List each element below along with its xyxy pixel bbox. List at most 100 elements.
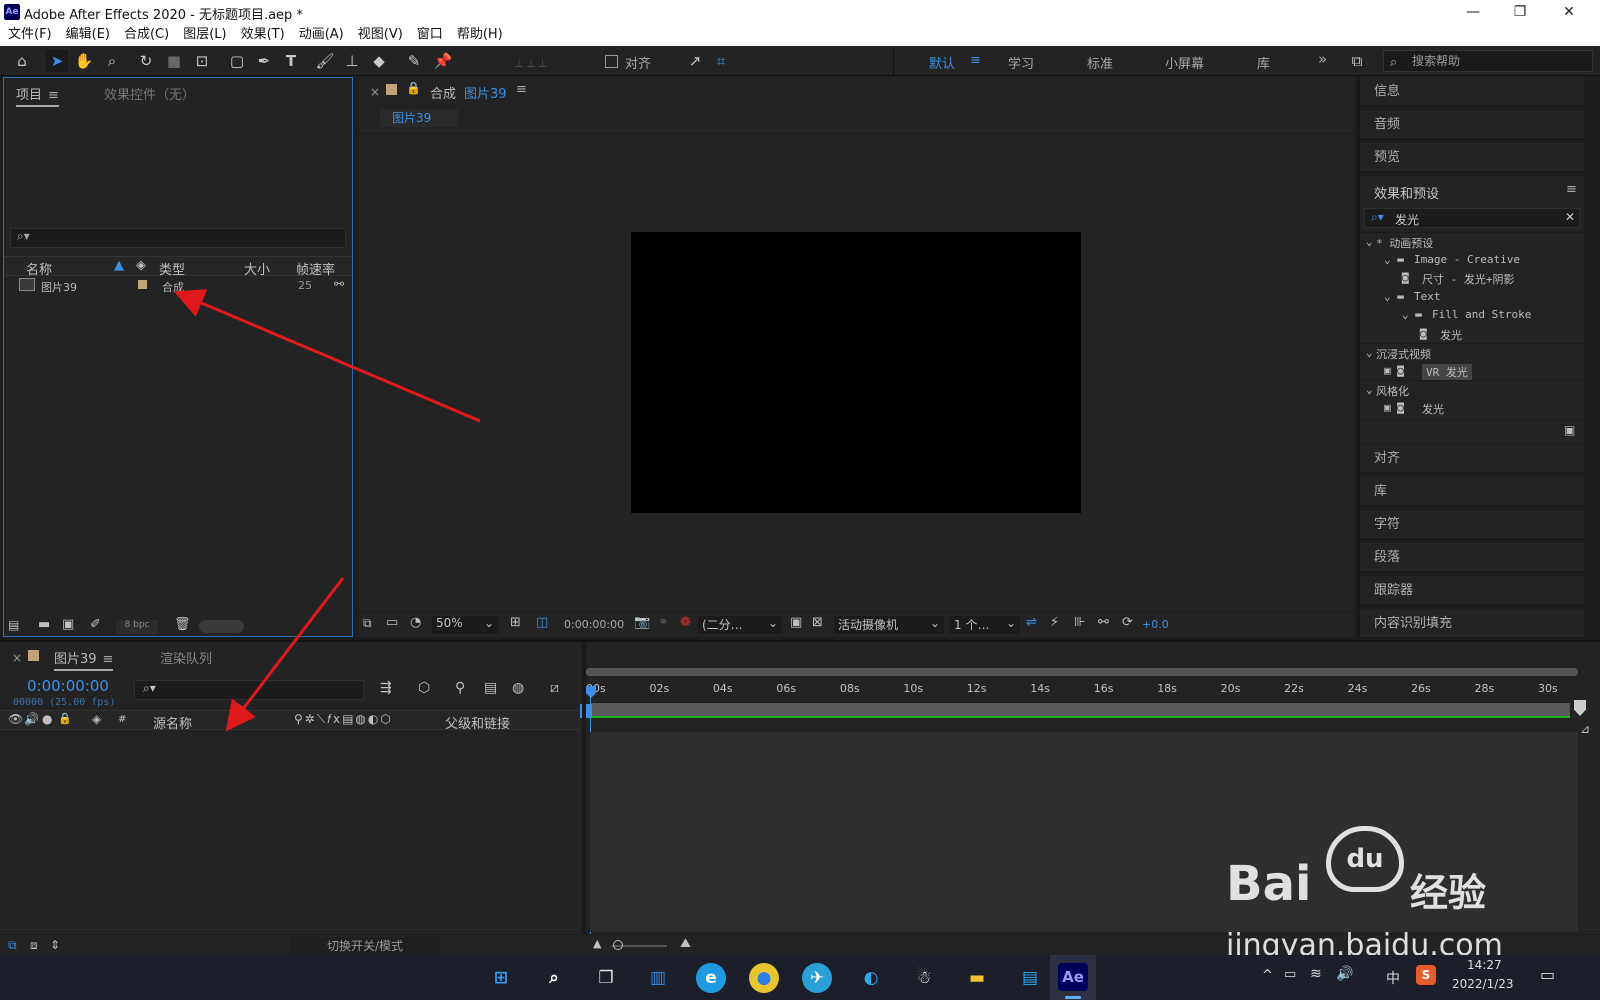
graph-editor-icon[interactable]: ⧄	[550, 680, 559, 696]
effects-search-field[interactable]: ⌕▾ 发光 ✕	[1364, 208, 1580, 228]
preview-panel-tab[interactable]: 预览	[1360, 143, 1584, 173]
home-icon[interactable]: ⌂	[11, 50, 33, 72]
menu-effect[interactable]: 效果(T)	[241, 24, 285, 46]
menu-window[interactable]: 窗口	[417, 24, 443, 46]
puppet-pin-tool-icon[interactable]: 📌	[432, 50, 454, 72]
toggle-switches-modes[interactable]: 切换开关/模式	[290, 937, 440, 955]
interpret-footage-icon[interactable]: ▤	[8, 618, 19, 632]
active-camera-dropdown[interactable]: 活动摄像机 ⌄	[834, 616, 944, 634]
workspace-libraries[interactable]: 库	[1257, 53, 1270, 72]
workspace-small-screen[interactable]: 小屏幕	[1165, 53, 1204, 72]
source-name-column[interactable]: 源名称	[153, 713, 192, 732]
tracker-panel-tab[interactable]: 跟踪器	[1360, 576, 1584, 606]
maximize-button[interactable]: ❐	[1497, 0, 1543, 24]
effects-tree-item[interactable]: ◙ 尺寸 - 发光+阴影	[1360, 269, 1584, 287]
comp-flowchart-icon[interactable]: ⚯	[1098, 615, 1109, 630]
eraser-tool-icon[interactable]: ◆	[368, 50, 390, 72]
menu-help[interactable]: 帮助(H)	[457, 24, 503, 46]
paragraph-panel-tab[interactable]: 段落	[1360, 543, 1584, 573]
effects-tree-item[interactable]: ⌄ 风格化	[1360, 380, 1584, 398]
effects-tree-item[interactable]: ⌄ ▬ Image - Creative	[1360, 251, 1584, 269]
task-view-icon[interactable]: ❐	[591, 963, 621, 993]
help-search-input[interactable]: 搜索帮助	[1383, 50, 1593, 72]
timeline-search-input[interactable]: ⌕▾	[134, 680, 364, 700]
draft-3d-icon[interactable]: ⬡	[418, 680, 430, 696]
align-checkbox[interactable]	[605, 55, 618, 68]
transparency-grid-icon[interactable]: ◫	[536, 615, 548, 630]
menu-composition[interactable]: 合成(C)	[124, 24, 169, 46]
work-area-range[interactable]	[590, 703, 1570, 717]
toggle-transparency-icon[interactable]: ⊠	[812, 615, 823, 630]
menu-animation[interactable]: 动画(A)	[299, 24, 344, 46]
timeline-tab[interactable]: 图片39 ≡	[54, 648, 114, 671]
effects-tree-item[interactable]: ⌄ * 动画预设	[1360, 232, 1584, 250]
tab-effect-controls[interactable]: 效果控件（无）	[104, 84, 195, 103]
workspace-learn[interactable]: 学习	[1008, 53, 1034, 72]
type-tool-icon[interactable]: T	[280, 50, 302, 72]
close-button[interactable]: ✕	[1546, 0, 1592, 24]
zoom-out-icon[interactable]: ▲	[593, 937, 601, 950]
zoom-in-icon[interactable]: ⛰	[680, 936, 691, 951]
minimize-button[interactable]: —	[1450, 0, 1496, 24]
shy-layers-icon[interactable]: ⚲	[455, 680, 465, 696]
notepad-icon[interactable]: ▤	[1015, 963, 1045, 993]
menu-view[interactable]: 视图(V)	[358, 24, 403, 46]
libraries-panel-tab[interactable]: 库	[1360, 477, 1584, 507]
show-hidden-icons[interactable]: ^	[1262, 968, 1273, 983]
flowchart-icon[interactable]: ⚯	[334, 277, 344, 291]
hand-tool-icon[interactable]: ✋	[73, 50, 95, 72]
timeline-icon[interactable]: ⊪	[1074, 615, 1085, 630]
brush-tool-icon[interactable]: 🖌	[314, 50, 336, 72]
sync-settings-icon[interactable]: ⧉	[1346, 50, 1368, 72]
volume-icon[interactable]: 🔊	[1336, 966, 1353, 982]
windows-start-icon[interactable]: ⊞	[486, 963, 516, 993]
chrome-icon[interactable]: ●	[749, 963, 779, 993]
workspace-default[interactable]: 默认	[929, 53, 955, 72]
more-workspaces-button[interactable]: »	[1318, 50, 1327, 68]
pan-behind-tool-icon[interactable]: ⊡	[191, 50, 213, 72]
close-timeline-icon[interactable]: ×	[12, 651, 22, 665]
sogou-input-icon[interactable]: S	[1416, 965, 1436, 985]
selection-tool-icon[interactable]: ➤	[46, 50, 68, 72]
label-color-swatch[interactable]	[138, 280, 147, 289]
workspace-menu-icon[interactable]: ≡	[970, 53, 981, 68]
snap-arrow-icon[interactable]: ↗	[684, 50, 706, 72]
clock-time[interactable]: 14:27	[1467, 958, 1502, 972]
exposure-value[interactable]: +0.0	[1142, 618, 1169, 631]
new-composition-icon[interactable]: ▣	[62, 617, 74, 632]
comp-breadcrumb[interactable]: 图片39	[380, 109, 458, 127]
battery-icon[interactable]: ▭	[1284, 967, 1296, 982]
file-explorer-icon[interactable]: ▬	[962, 963, 992, 993]
notification-icon[interactable]: ▭	[1540, 965, 1555, 984]
work-area-bar[interactable]	[586, 668, 1578, 676]
column-name[interactable]: 名称	[26, 259, 52, 278]
camera-tool-icon[interactable]: ■	[163, 50, 185, 72]
roto-brush-tool-icon[interactable]: ✎	[403, 50, 425, 72]
project-item-row[interactable]: 图片39 合成 25 ⚯	[4, 277, 352, 295]
menu-file[interactable]: 文件(F)	[8, 24, 52, 46]
in-out-icon[interactable]: ⇕	[50, 938, 60, 952]
column-size[interactable]: 大小	[244, 259, 270, 278]
zoom-slider-knob[interactable]	[613, 940, 623, 950]
wifi-icon[interactable]: ≋	[1310, 966, 1322, 982]
solo-icon[interactable]: ●	[42, 712, 52, 726]
render-queue-tab[interactable]: 渲染队列	[160, 648, 212, 667]
viewer-timecode[interactable]: 0:00:00:00	[564, 618, 624, 631]
comp-tab-name[interactable]: 图片39	[464, 83, 507, 102]
qq-browser-icon[interactable]: ◐	[856, 963, 886, 993]
feishu-icon[interactable]: ✈	[802, 963, 832, 993]
project-search-input[interactable]: ⌕▾	[10, 228, 346, 248]
clone-stamp-tool-icon[interactable]: ⊥	[341, 50, 363, 72]
pen-tool-icon[interactable]: ✒	[253, 50, 275, 72]
eye-icon[interactable]: 👁	[8, 712, 23, 726]
new-folder-icon[interactable]: ▬	[38, 617, 50, 632]
menu-layer[interactable]: 图层(L)	[183, 24, 226, 46]
audio-panel-tab[interactable]: 音频	[1360, 110, 1584, 140]
snapping-icon[interactable]: ⌗	[710, 50, 732, 72]
mask-icon[interactable]: ◔	[410, 615, 421, 630]
info-panel-tab[interactable]: 信息	[1360, 77, 1584, 107]
ae-taskbar-item[interactable]: Ae	[1050, 955, 1096, 1000]
composition-canvas[interactable]	[631, 232, 1081, 513]
bit-depth-button[interactable]: 8 bpc	[116, 620, 158, 634]
monitor-icon[interactable]: ▭	[386, 615, 398, 630]
